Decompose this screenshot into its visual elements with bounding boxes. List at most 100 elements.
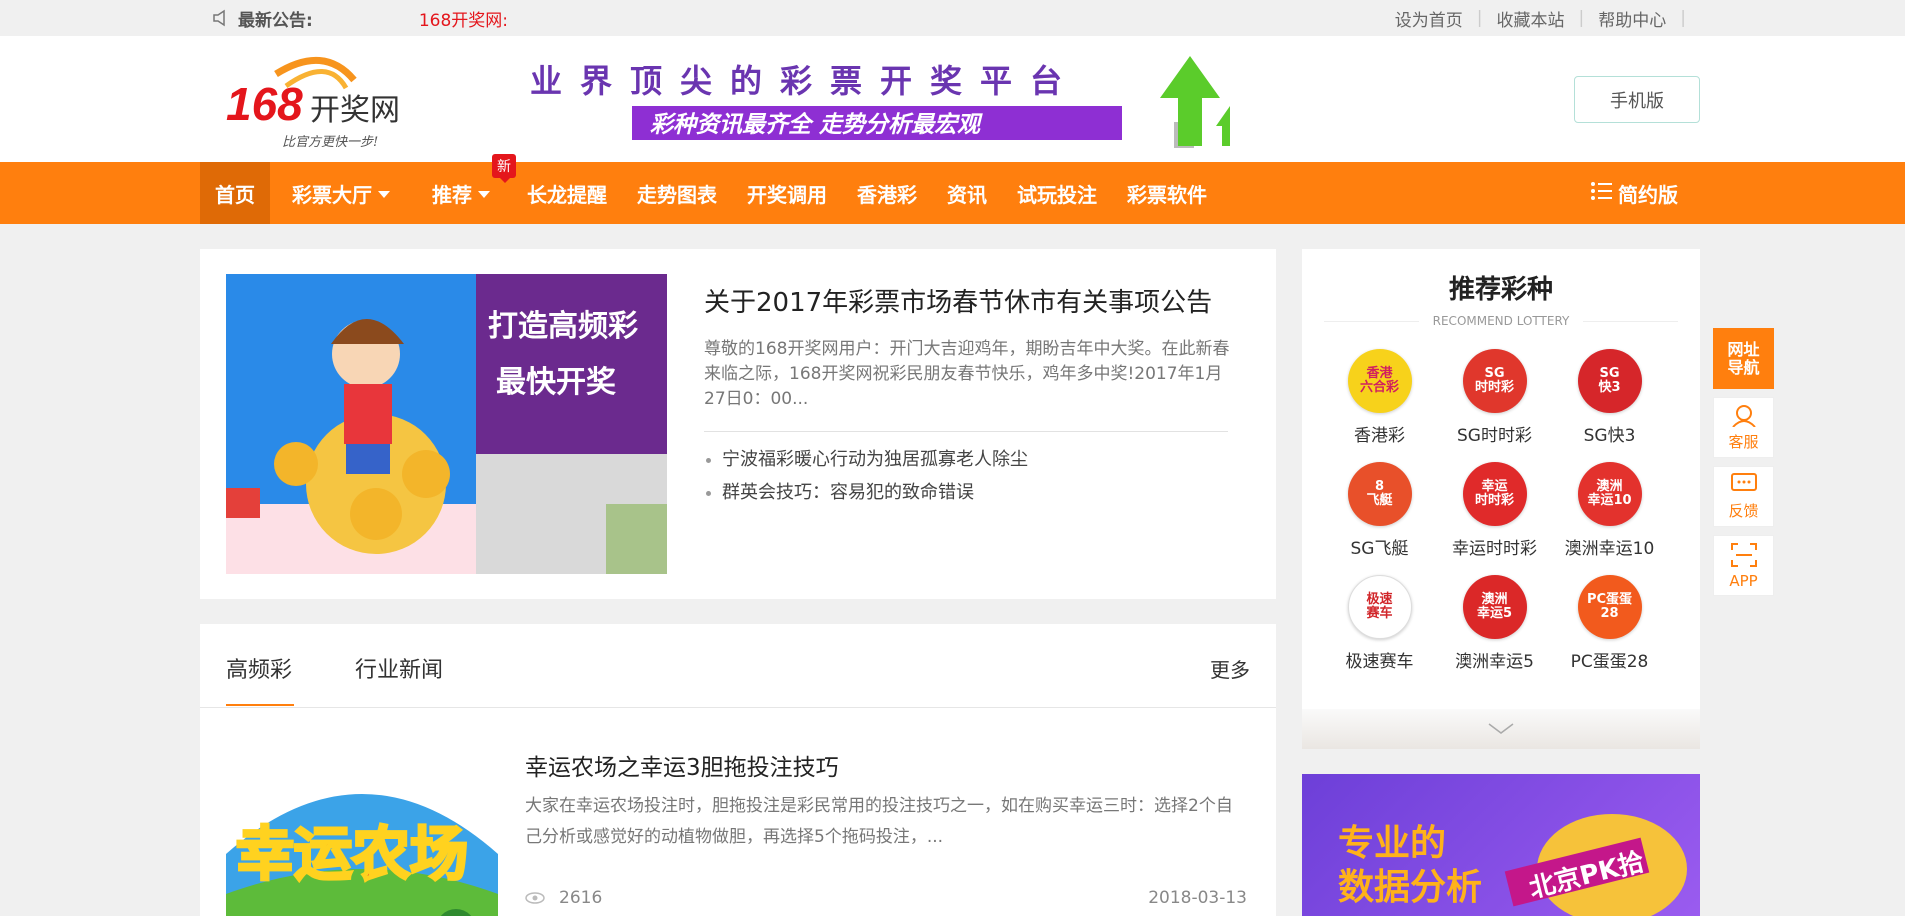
feedback-button[interactable]: 反馈: [1713, 466, 1774, 527]
qr-scan-icon: [1730, 542, 1758, 572]
app-label: APP: [1729, 571, 1758, 590]
floating-toolbar: 网址导航 客服 反馈 APP: [1713, 328, 1774, 604]
sidebar-ad-banner[interactable]: 专业的 数据分析 北京PK拾: [1302, 774, 1700, 916]
expand-more-button[interactable]: [1302, 709, 1700, 749]
notice-text[interactable]: 168开奖网:: [419, 6, 508, 31]
site-nav-button[interactable]: 网址导航: [1713, 328, 1774, 389]
help-center-link[interactable]: 帮助中心: [1598, 6, 1666, 31]
lottery-grid: 香港 六合彩 香港彩 SG 时时彩 SG时时彩 SG 快3 SG快3 8 飞艇 SG飞艇…: [1322, 349, 1672, 672]
feedback-label: 反馈: [1728, 502, 1759, 520]
site-nav-label: 网址导航: [1727, 339, 1760, 377]
recommend-subtitle: RECOMMEND LOTTERY: [1302, 314, 1700, 328]
ad-text: 专业的 数据分析: [1338, 822, 1482, 910]
ad-line1: 专业的: [1338, 823, 1447, 864]
site-header: 168 开奖网 比官方更快一步! 业界顶尖的彩票开奖平台 彩种资讯最齐全 走势分…: [0, 36, 1905, 162]
lottery-label: 幸运时时彩: [1452, 539, 1537, 559]
sidebar: 推荐彩种 RECOMMEND LOTTERY 香港 六合彩 香港彩 SG 时时彩 S…: [1302, 249, 1700, 916]
lottery-item-sg-k3[interactable]: SG 快3 SG快3: [1552, 349, 1667, 446]
svg-text:幸运农场: 幸运农场: [236, 820, 468, 888]
site-logo[interactable]: 168 开奖网 比官方更快一步!: [224, 46, 424, 154]
lucky-ssc-icon: 幸运 时时彩: [1462, 462, 1527, 526]
nav-label: 开奖调用: [747, 182, 827, 207]
speed-racing-icon: 极速 赛车: [1347, 575, 1412, 639]
nav-label: 彩票软件: [1127, 182, 1207, 207]
news-card: 高频彩 行业新闻 更多 幸运农场 幸运农场之幸运3胆拖投注技巧 大家在幸运农场投…: [200, 624, 1276, 916]
lottery-item-hongkong[interactable]: 香港 六合彩 香港彩: [1322, 349, 1437, 446]
set-homepage-link[interactable]: 设为首页: [1395, 6, 1463, 31]
chat-bubble-icon: [1730, 472, 1758, 500]
feature-title[interactable]: 关于2017年彩票市场春节休市有关事项公告: [704, 282, 1212, 319]
nav-label: 彩票大厅: [292, 182, 372, 207]
nav-label: 试玩投注: [1017, 182, 1097, 207]
lottery-label: SG飞艇: [1350, 539, 1409, 559]
caret-down-icon: [378, 191, 390, 198]
nav-trial-bet[interactable]: 试玩投注: [1002, 162, 1112, 224]
nav-label: 推荐: [432, 182, 472, 207]
lottery-item-pc28[interactable]: PC蛋蛋 28 PC蛋蛋28: [1552, 575, 1667, 672]
lottery-label: 香港彩: [1354, 426, 1405, 446]
feature-description: 尊敬的168开奖网用户：开门大吉迎鸡年，期盼吉年中大奖。在此新春来临之际，168…: [704, 339, 1230, 409]
sg-airship-icon: 8 飞艇: [1347, 462, 1412, 526]
caret-down-icon: [478, 191, 490, 198]
divider: [704, 431, 1228, 432]
main-nav: 首页 彩票大厅 推荐新 长龙提醒 走势图表 开奖调用 香港彩 资讯 试玩投注 彩…: [0, 154, 1905, 224]
mobile-version-button[interactable]: 手机版: [1574, 76, 1700, 123]
lottery-item-sg-ssc[interactable]: SG 时时彩 SG时时彩: [1437, 349, 1552, 446]
feature-image-text2: 最快开奖: [496, 365, 616, 400]
customer-service-button[interactable]: 客服: [1713, 397, 1774, 458]
news-tabs: 高频彩 行业新闻 更多: [200, 624, 1276, 708]
nav-software[interactable]: 彩票软件: [1112, 162, 1222, 224]
lottery-item-speed-racing[interactable]: 极速 赛车 极速赛车: [1322, 575, 1437, 672]
customer-service-label: 客服: [1728, 433, 1759, 451]
article-description: 大家在幸运农场投注时，胆拖投注是彩民常用的投注技巧之一，如在购买幸运三时：选择2…: [525, 796, 1233, 847]
lottery-item-au-lucky5[interactable]: 澳洲 幸运5 澳洲幸运5: [1437, 575, 1552, 672]
header-banner: 业界顶尖的彩票开奖平台 彩种资讯最齐全 走势分析最宏观: [530, 50, 1230, 150]
lottery-item-au-lucky10[interactable]: 澳洲 幸运10 澳洲幸运10: [1552, 462, 1667, 559]
nav-lottery-hall[interactable]: 彩票大厅: [270, 162, 412, 224]
svg-text:业界顶尖的彩票开奖平台: 业界顶尖的彩票开奖平台: [530, 62, 1080, 100]
pc28-icon: PC蛋蛋 28: [1577, 575, 1642, 639]
more-link[interactable]: 更多: [1210, 654, 1250, 683]
notice-label: 最新公告:: [238, 10, 313, 31]
tab-industry-news[interactable]: 行业新闻: [355, 652, 443, 684]
divider: |: [1476, 8, 1483, 28]
feature-card: 打造高频彩 最快开奖 关于2017年彩票市场春节休市有关事项公告 尊敬的168开…: [200, 249, 1276, 599]
eye-icon: [525, 892, 545, 904]
tab-high-frequency[interactable]: 高频彩: [226, 652, 295, 706]
lottery-item-lucky-ssc[interactable]: 幸运 时时彩 幸运时时彩: [1437, 462, 1552, 559]
svg-text:彩种资讯最齐全 走势分析最宏观: 彩种资讯最齐全 走势分析最宏观: [650, 111, 983, 138]
divider: |: [1680, 8, 1686, 28]
list-item[interactable]: 群英会技巧：容易犯的致命错误: [704, 476, 1028, 509]
feature-image[interactable]: 打造高频彩 最快开奖: [226, 274, 667, 574]
lottery-label: SG时时彩: [1457, 426, 1532, 446]
nav-home[interactable]: 首页: [200, 162, 270, 224]
hongkong-lottery-icon: 香港 六合彩: [1347, 349, 1412, 413]
nav-news[interactable]: 资讯: [932, 162, 1002, 224]
nav-hongkong[interactable]: 香港彩: [842, 162, 932, 224]
nav-label: 香港彩: [857, 182, 917, 207]
headset-icon: [1730, 403, 1758, 431]
nav-long-dragon[interactable]: 长龙提醒: [512, 162, 622, 224]
nav-label: 长龙提醒: [527, 182, 607, 207]
main-column: 打造高频彩 最快开奖 关于2017年彩票市场春节休市有关事项公告 尊敬的168开…: [200, 249, 1276, 916]
simple-version-label: 简约版: [1618, 182, 1678, 207]
nav-recommend[interactable]: 推荐新: [412, 154, 516, 224]
app-button[interactable]: APP: [1713, 535, 1774, 596]
feature-news-list: 宁波福彩暖心行动为独居孤寡老人除尘 群英会技巧：容易犯的致命错误: [704, 443, 1028, 509]
article-meta: 2616 2018-03-13: [525, 888, 1247, 909]
au-lucky5-icon: 澳洲 幸运5: [1462, 575, 1527, 639]
lottery-label: 极速赛车: [1345, 652, 1414, 672]
nav-draw-api[interactable]: 开奖调用: [732, 162, 842, 224]
view-count: 2616: [559, 888, 603, 908]
simple-version-link[interactable]: 简约版: [1590, 162, 1678, 224]
bookmark-link[interactable]: 收藏本站: [1497, 6, 1565, 31]
chevron-down-icon: [1488, 720, 1514, 739]
nav-trend-charts[interactable]: 走势图表: [622, 162, 732, 224]
ad-line2: 数据分析: [1338, 867, 1483, 908]
article-image[interactable]: 幸运农场: [226, 744, 498, 916]
article-title[interactable]: 幸运农场之幸运3胆拖投注技巧: [525, 748, 839, 782]
list-item[interactable]: 宁波福彩暖心行动为独居孤寡老人除尘: [704, 443, 1028, 476]
top-links: 设为首页 | 收藏本站 | 帮助中心 |: [1395, 0, 1700, 36]
lottery-item-sg-airship[interactable]: 8 飞艇 SG飞艇: [1322, 462, 1437, 559]
lottery-label: PC蛋蛋28: [1570, 652, 1649, 672]
